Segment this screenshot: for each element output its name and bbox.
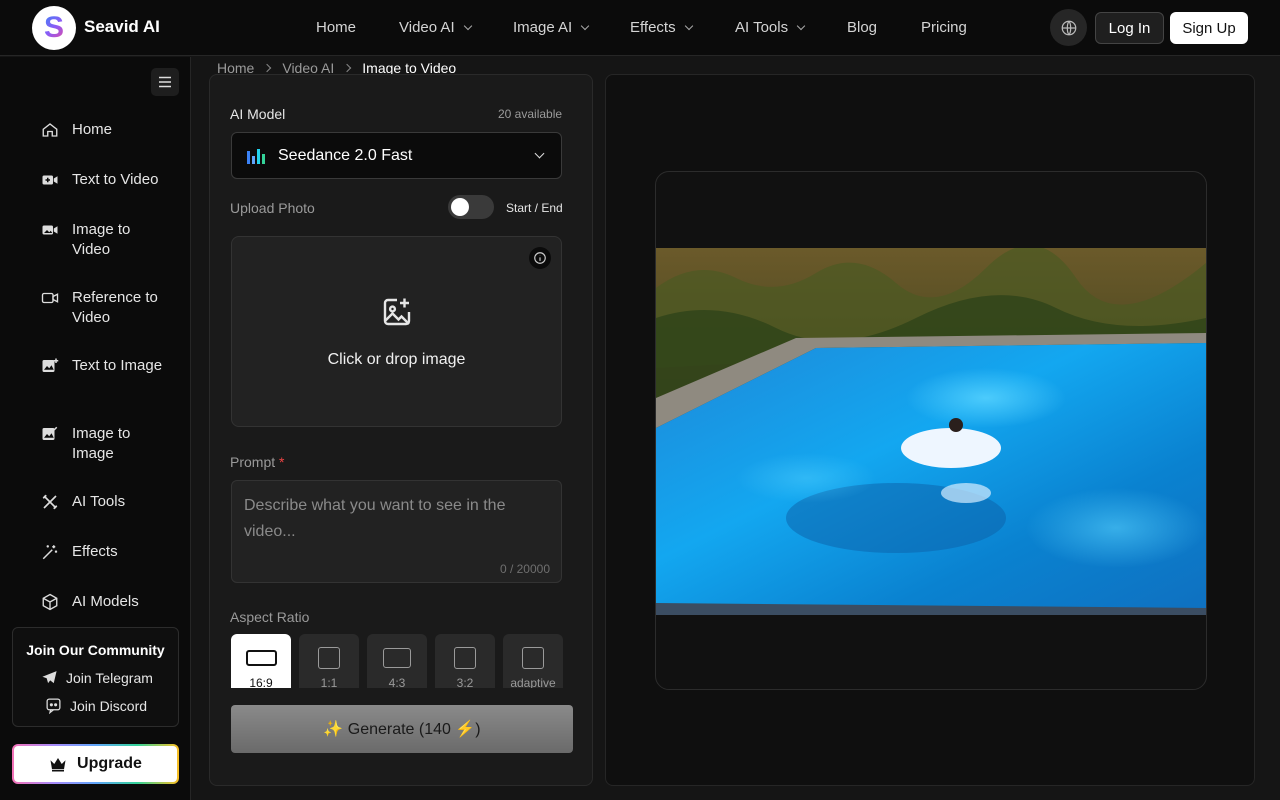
- nav-video-ai[interactable]: Video AI: [399, 19, 472, 36]
- sidebar-item-text-to-image[interactable]: Text to Image: [40, 356, 172, 376]
- chevron-down-icon: [534, 148, 545, 159]
- image-video-icon: [40, 220, 60, 240]
- start-end-label: Start / End: [506, 201, 563, 215]
- sidebar-item-label: AI Tools: [72, 493, 126, 510]
- video-plus-icon: [40, 170, 60, 190]
- camera-icon: [40, 288, 60, 308]
- sidebar-item-home[interactable]: Home: [40, 120, 172, 140]
- sidebar-item-label: AI Models: [72, 593, 139, 610]
- nav-blog[interactable]: Blog: [847, 19, 877, 36]
- chevron-down-icon: [580, 21, 590, 30]
- sidebar-item-ai-tools[interactable]: AI Tools: [40, 492, 172, 512]
- prompt-counter: 0 / 20000: [499, 562, 550, 576]
- prompt-box: 0 / 20000: [231, 480, 562, 583]
- sidebar: Home Text to Video Image to Video Refere…: [0, 57, 191, 800]
- nav-ai-tools[interactable]: AI Tools: [735, 19, 806, 36]
- sidebar-item-image-to-video[interactable]: Image to Video: [40, 220, 172, 260]
- signup-button[interactable]: Sign Up: [1170, 12, 1248, 44]
- required-mark: *: [279, 454, 285, 470]
- info-button[interactable]: [529, 247, 551, 269]
- globe-icon: [1061, 20, 1076, 35]
- join-discord-link[interactable]: Join Discord: [45, 697, 147, 714]
- upload-photo-label: Upload Photo: [230, 200, 315, 216]
- aspect-option-3-2[interactable]: 3:2: [435, 634, 495, 688]
- sidebar-item-text-to-video[interactable]: Text to Video: [40, 170, 172, 190]
- menu-icon: [159, 76, 171, 88]
- aspect-ratio-label: Aspect Ratio: [230, 609, 310, 625]
- sidebar-item-ai-models[interactable]: AI Models: [40, 592, 172, 612]
- preview-panel: [605, 74, 1255, 786]
- toggle-knob: [451, 198, 469, 216]
- prompt-label: Prompt *: [230, 454, 285, 470]
- generate-button[interactable]: ✨ Generate (140 ⚡): [231, 705, 573, 753]
- logo-icon[interactable]: S: [32, 6, 76, 50]
- image-edit-icon: [40, 424, 60, 444]
- ratio-3-2-icon: [454, 647, 476, 669]
- nav-home[interactable]: Home: [316, 19, 356, 36]
- video-preview[interactable]: [655, 171, 1207, 690]
- join-telegram-link[interactable]: Join Telegram: [41, 669, 153, 686]
- sidebar-item-label: Text to Image: [72, 357, 163, 374]
- sidebar-item-label: Image to Video: [72, 221, 131, 258]
- image-plus-icon: [40, 356, 60, 376]
- community-box: Join Our Community Join Telegram Join Di…: [12, 627, 179, 727]
- info-icon: [534, 252, 546, 264]
- ratio-adaptive-icon: [522, 647, 544, 669]
- sidebar-item-label: Effects: [72, 543, 118, 560]
- cube-icon: [40, 592, 60, 612]
- upgrade-button[interactable]: Upgrade: [12, 744, 179, 784]
- language-button[interactable]: [1050, 9, 1087, 46]
- sidebar-toggle-button[interactable]: [151, 68, 179, 96]
- chevron-down-icon: [463, 21, 472, 30]
- community-title: Join Our Community: [26, 642, 165, 658]
- chevron-down-icon: [796, 21, 806, 30]
- generation-form-panel: AI Model 20 available Seedance 2.0 Fast …: [209, 74, 593, 786]
- aspect-ratio-options: 16:9 1:1 4:3 3:2 adaptive: [231, 634, 567, 688]
- sidebar-item-label: Reference to Video: [72, 289, 158, 326]
- model-count: 20 available: [498, 107, 563, 121]
- start-end-toggle[interactable]: [448, 195, 494, 219]
- nav-pricing[interactable]: Pricing: [921, 19, 967, 36]
- sidebar-item-label: Home: [72, 121, 113, 138]
- magic-wand-icon: [40, 542, 60, 562]
- ai-model-label: AI Model: [230, 106, 286, 122]
- prompt-input[interactable]: [232, 481, 561, 561]
- tools-icon: [40, 492, 60, 512]
- sidebar-item-reference-to-video[interactable]: Reference to Video: [40, 288, 172, 328]
- model-selected-label: Seedance 2.0 Fast: [278, 146, 413, 164]
- aspect-option-adaptive[interactable]: adaptive: [503, 634, 563, 688]
- chevron-down-icon: [684, 21, 693, 30]
- telegram-icon: [42, 671, 57, 684]
- image-upload-icon: [383, 298, 411, 326]
- chevron-right-icon: [343, 63, 352, 73]
- model-select[interactable]: Seedance 2.0 Fast: [231, 132, 562, 179]
- sidebar-item-label: Text to Video: [72, 171, 159, 188]
- ratio-16-9-icon: [246, 650, 277, 666]
- aspect-option-16-9[interactable]: 16:9: [231, 634, 291, 688]
- ratio-1-1-icon: [318, 647, 340, 669]
- nav-image-ai[interactable]: Image AI: [513, 19, 590, 36]
- sidebar-item-image-to-image[interactable]: Image to Image: [40, 424, 172, 464]
- image-dropzone[interactable]: Click or drop image: [231, 236, 562, 427]
- login-button[interactable]: Log In: [1095, 12, 1164, 44]
- dropzone-text: Click or drop image: [327, 351, 466, 368]
- top-nav: S Seavid AI Home Video AI Image AI Effec…: [0, 0, 1280, 56]
- sidebar-item-label: Image to Image: [72, 425, 131, 462]
- crown-icon: [50, 758, 66, 772]
- aspect-option-4-3[interactable]: 4:3: [367, 634, 427, 688]
- nav-effects[interactable]: Effects: [630, 19, 693, 36]
- aspect-option-1-1[interactable]: 1:1: [299, 634, 359, 688]
- brand-name[interactable]: Seavid AI: [84, 17, 160, 37]
- ratio-4-3-icon: [383, 648, 411, 668]
- discord-icon: [46, 698, 61, 714]
- pool-scene-image: [656, 248, 1206, 615]
- chevron-right-icon: [263, 63, 272, 73]
- home-icon: [40, 120, 60, 140]
- model-logo-icon: [247, 148, 265, 164]
- sidebar-item-effects[interactable]: Effects: [40, 542, 172, 562]
